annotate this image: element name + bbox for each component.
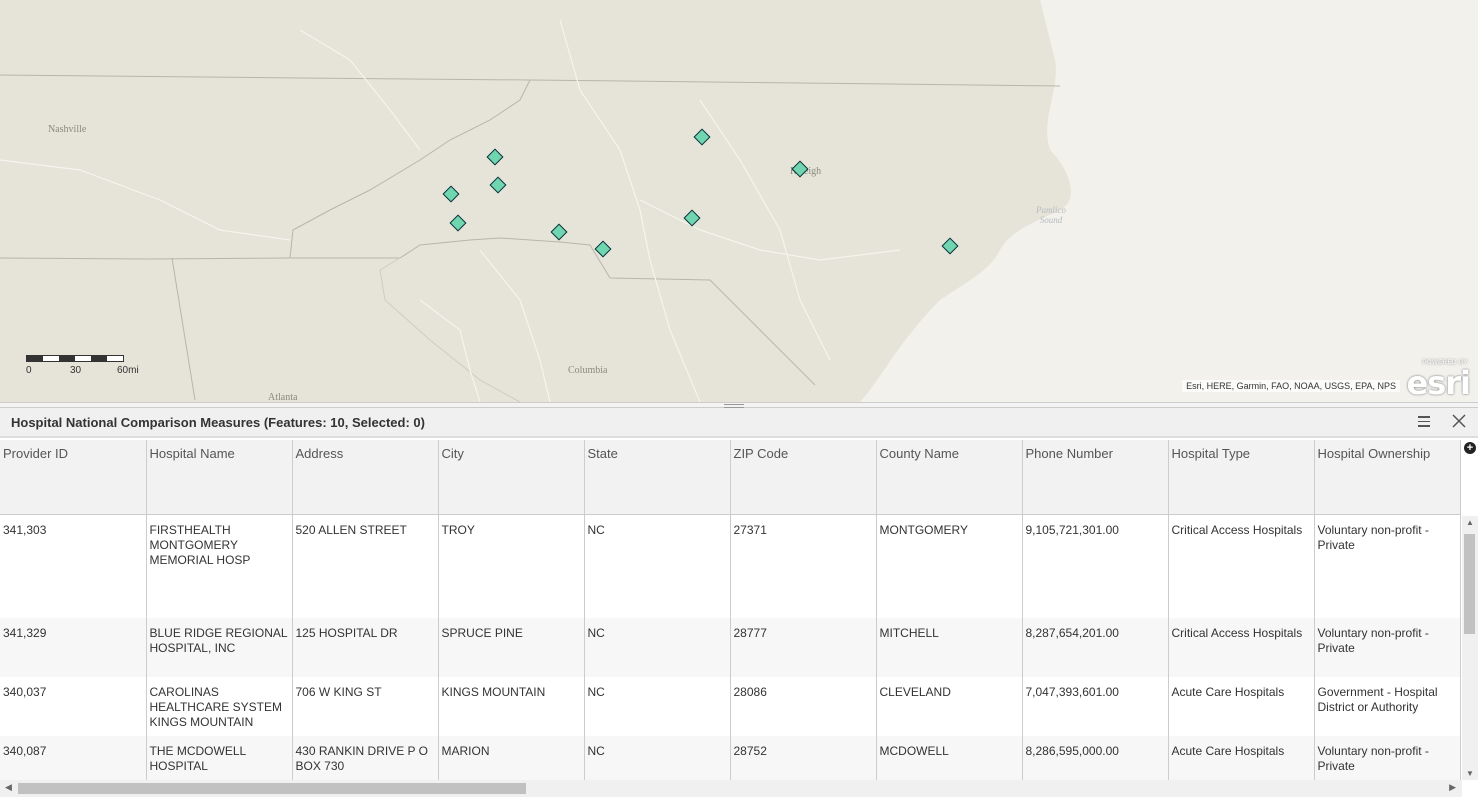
cell-hospital-name: FIRSTHEALTH MONTGOMERY MEMORIAL HOSP — [146, 514, 293, 618]
table-header-row: Provider ID Hospital Name Address City S… — [0, 440, 1461, 515]
cell-zip-code: 28777 — [730, 618, 877, 677]
cell-hospital-ownership: Voluntary non-profit - Private — [1314, 736, 1461, 780]
city-label-columbia: Columbia — [568, 365, 608, 376]
column-header-county-name[interactable]: County Name — [876, 440, 1023, 515]
cell-hospital-name: CAROLINAS HEALTHCARE SYSTEM KINGS MOUNTA… — [146, 677, 293, 736]
scale-bar-graphic — [26, 355, 124, 362]
attribute-table[interactable]: Provider ID Hospital Name Address City S… — [0, 440, 1462, 780]
cell-city: KINGS MOUNTAIN — [438, 677, 585, 736]
panel-title: Hospital National Comparison Measures (F… — [11, 415, 425, 430]
vertical-scroll-thumb[interactable] — [1464, 534, 1475, 634]
cell-hospital-type: Critical Access Hospitals — [1168, 618, 1315, 677]
cell-hospital-ownership: Voluntary non-profit - Private — [1314, 618, 1461, 677]
cell-address: 430 RANKIN DRIVE P O BOX 730 — [292, 736, 439, 780]
scroll-up-icon[interactable]: ▲ — [1466, 518, 1474, 527]
table-row[interactable]: 341,329 BLUE RIDGE REGIONAL HOSPITAL, IN… — [0, 618, 1461, 677]
scroll-down-icon[interactable]: ▼ — [1466, 769, 1474, 778]
esri-logo[interactable]: POWERED BY esri — [1407, 360, 1471, 402]
cell-hospital-ownership: Voluntary non-profit - Private — [1314, 514, 1461, 618]
cell-hospital-name: THE MCDOWELL HOSPITAL — [146, 736, 293, 780]
cell-county-name: MONTGOMERY — [876, 514, 1023, 618]
cell-state: NC — [584, 736, 731, 780]
table-row[interactable]: 340,037 CAROLINAS HEALTHCARE SYSTEM KING… — [0, 677, 1461, 736]
cell-zip-code: 28752 — [730, 736, 877, 780]
column-header-address[interactable]: Address — [292, 440, 439, 515]
map-view[interactable]: Nashville Raleigh Columbia Atlanta Pamli… — [0, 0, 1478, 402]
column-header-phone-number[interactable]: Phone Number — [1022, 440, 1169, 515]
scroll-right-icon[interactable]: ▶ — [1449, 782, 1456, 793]
cell-phone-number: 8,286,595,000.00 — [1022, 736, 1169, 780]
cell-address: 520 ALLEN STREET — [292, 514, 439, 618]
cell-phone-number: 8,287,654,201.00 — [1022, 618, 1169, 677]
horizontal-scroll-thumb[interactable] — [18, 783, 526, 794]
cell-city: MARION — [438, 736, 585, 780]
column-header-hospital-type[interactable]: Hospital Type — [1168, 440, 1315, 515]
cell-provider-id: 341,303 — [0, 514, 147, 618]
cell-phone-number: 9,105,721,301.00 — [1022, 514, 1169, 618]
cell-state: NC — [584, 618, 731, 677]
cell-county-name: MCDOWELL — [876, 736, 1023, 780]
basemap — [0, 0, 1478, 402]
cell-zip-code: 28086 — [730, 677, 877, 736]
esri-wordmark: esri — [1406, 364, 1471, 402]
column-header-hospital-name[interactable]: Hospital Name — [146, 440, 293, 515]
cell-hospital-type: Acute Care Hospitals — [1168, 677, 1315, 736]
cell-phone-number: 7,047,393,601.00 — [1022, 677, 1169, 736]
horizontal-scrollbar[interactable]: ◀ ▶ — [0, 780, 1462, 797]
column-header-city[interactable]: City — [438, 440, 585, 515]
scale-label-0: 0 — [26, 365, 32, 376]
cell-hospital-type: Acute Care Hospitals — [1168, 736, 1315, 780]
scale-label-60: 60mi — [117, 365, 139, 376]
cell-zip-code: 27371 — [730, 514, 877, 618]
column-header-provider-id[interactable]: Provider ID — [0, 440, 147, 515]
column-header-hospital-ownership[interactable]: Hospital Ownership — [1314, 440, 1461, 515]
map-attribution[interactable]: Esri, HERE, Garmin, FAO, NOAA, USGS, EPA… — [1182, 380, 1400, 392]
cell-county-name: CLEVELAND — [876, 677, 1023, 736]
city-label-atlanta: Atlanta — [268, 392, 298, 402]
cell-provider-id: 340,087 — [0, 736, 147, 780]
column-header-state[interactable]: State — [584, 440, 731, 515]
cell-address: 125 HOSPITAL DR — [292, 618, 439, 677]
cell-county-name: MITCHELL — [876, 618, 1023, 677]
attribute-table-header: Hospital National Comparison Measures (F… — [0, 408, 1478, 438]
vertical-scrollbar[interactable]: ▲ ▼ — [1462, 516, 1478, 780]
add-column-icon[interactable]: + — [1464, 442, 1476, 454]
scroll-left-icon[interactable]: ◀ — [5, 782, 12, 793]
scale-bar: 0 30 60mi — [26, 355, 139, 377]
cell-city: SPRUCE PINE — [438, 618, 585, 677]
cell-hospital-name: BLUE RIDGE REGIONAL HOSPITAL, INC — [146, 618, 293, 677]
menu-icon[interactable] — [1418, 416, 1430, 428]
close-icon[interactable] — [1452, 414, 1466, 428]
cell-hospital-type: Critical Access Hospitals — [1168, 514, 1315, 618]
cell-state: NC — [584, 677, 731, 736]
column-header-zip-code[interactable]: ZIP Code — [730, 440, 877, 515]
city-label-nashville: Nashville — [48, 124, 87, 135]
water-label-pamlico-sound: Pamlico Sound — [1036, 205, 1066, 225]
table-row[interactable]: 340,087 THE MCDOWELL HOSPITAL 430 RANKIN… — [0, 736, 1461, 780]
scale-label-30: 30 — [70, 365, 82, 376]
cell-state: NC — [584, 514, 731, 618]
cell-hospital-ownership: Government - Hospital District or Author… — [1314, 677, 1461, 736]
cell-address: 706 W KING ST — [292, 677, 439, 736]
cell-provider-id: 340,037 — [0, 677, 147, 736]
cell-provider-id: 341,329 — [0, 618, 147, 677]
table-row[interactable]: 341,303 FIRSTHEALTH MONTGOMERY MEMORIAL … — [0, 514, 1461, 618]
cell-city: TROY — [438, 514, 585, 618]
